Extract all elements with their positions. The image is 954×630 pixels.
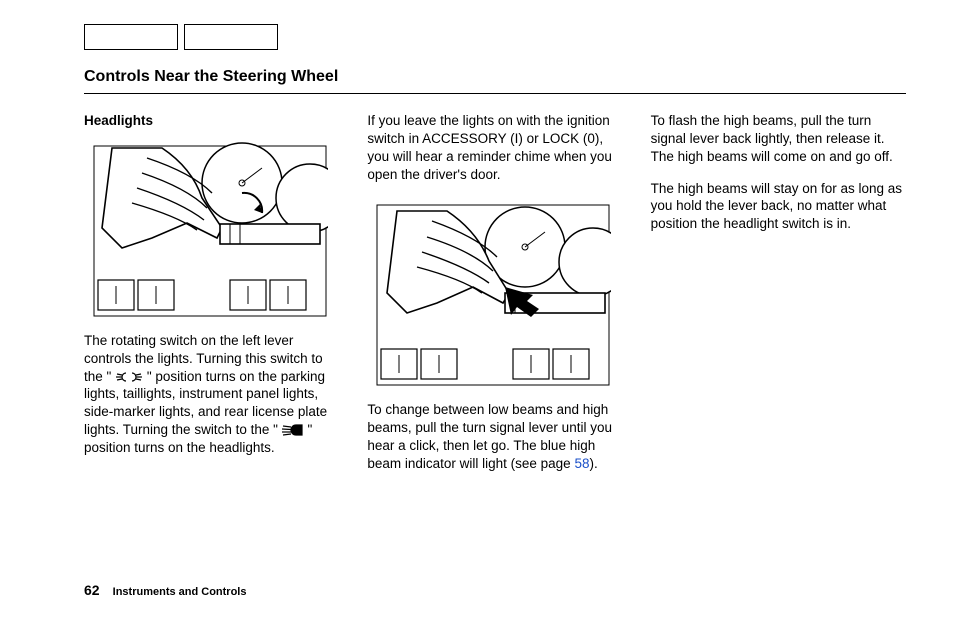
column-2: If you leave the lights on with the igni… (367, 112, 622, 487)
footer-section: Instruments and Controls (113, 586, 247, 598)
column-3: To flash the high beams, pull the turn s… (651, 112, 906, 487)
header-nav-boxes (84, 24, 906, 50)
title-rule (84, 93, 906, 94)
page-number: 62 (84, 582, 100, 598)
col3-para1: To flash the high beams, pull the turn s… (651, 112, 906, 165)
headlight-icon (282, 424, 304, 436)
nav-box-next[interactable] (184, 24, 278, 50)
page-title: Controls Near the Steering Wheel (84, 66, 906, 87)
nav-box-prev[interactable] (84, 24, 178, 50)
col3-para2: The high beams will stay on for as long … (651, 180, 906, 233)
col2-para1: If you leave the lights on with the igni… (367, 112, 622, 183)
subhead-headlights: Headlights (84, 112, 339, 130)
col2-p2-part-b: ). (589, 456, 597, 471)
page-footer: 62 Instruments and Controls (84, 581, 246, 600)
col2-para2: To change between low beams and high bea… (367, 401, 622, 472)
col1-para1: The rotating switch on the left lever co… (84, 332, 339, 457)
illustration-headlight-switch (92, 138, 328, 318)
column-1: Headlights (84, 112, 339, 487)
illustration-highbeam-lever (375, 197, 611, 387)
content-columns: Headlights (84, 112, 906, 487)
page-link-58[interactable]: 58 (574, 456, 589, 471)
parking-lights-icon (115, 371, 143, 383)
